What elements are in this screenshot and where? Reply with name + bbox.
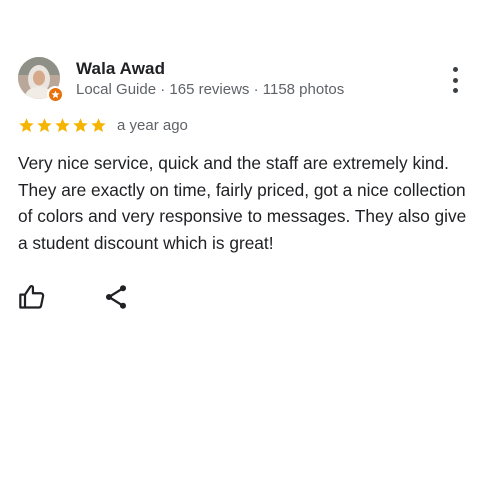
avatar[interactable] xyxy=(18,57,63,102)
star-icon xyxy=(55,117,70,132)
star-icon xyxy=(91,117,106,132)
star-rating xyxy=(18,117,107,134)
star-icon xyxy=(37,117,52,132)
star-icon xyxy=(73,117,88,132)
thumb-up-icon[interactable] xyxy=(18,283,46,311)
author-meta: Local Guide · 165 reviews · 1158 photos xyxy=(76,81,345,98)
rating-row: a year ago xyxy=(18,115,188,135)
author-name[interactable]: Wala Awad xyxy=(76,59,165,79)
review-time: a year ago xyxy=(117,116,188,134)
review-text: Very nice service, quick and the staff a… xyxy=(18,153,467,253)
review-actions xyxy=(18,283,138,311)
more-vert-icon[interactable] xyxy=(448,67,462,93)
local-guide-badge-icon xyxy=(47,86,63,102)
review-header: Wala Awad Local Guide · 165 reviews · 11… xyxy=(18,57,462,103)
share-icon[interactable] xyxy=(102,283,130,311)
star-icon xyxy=(19,117,34,132)
